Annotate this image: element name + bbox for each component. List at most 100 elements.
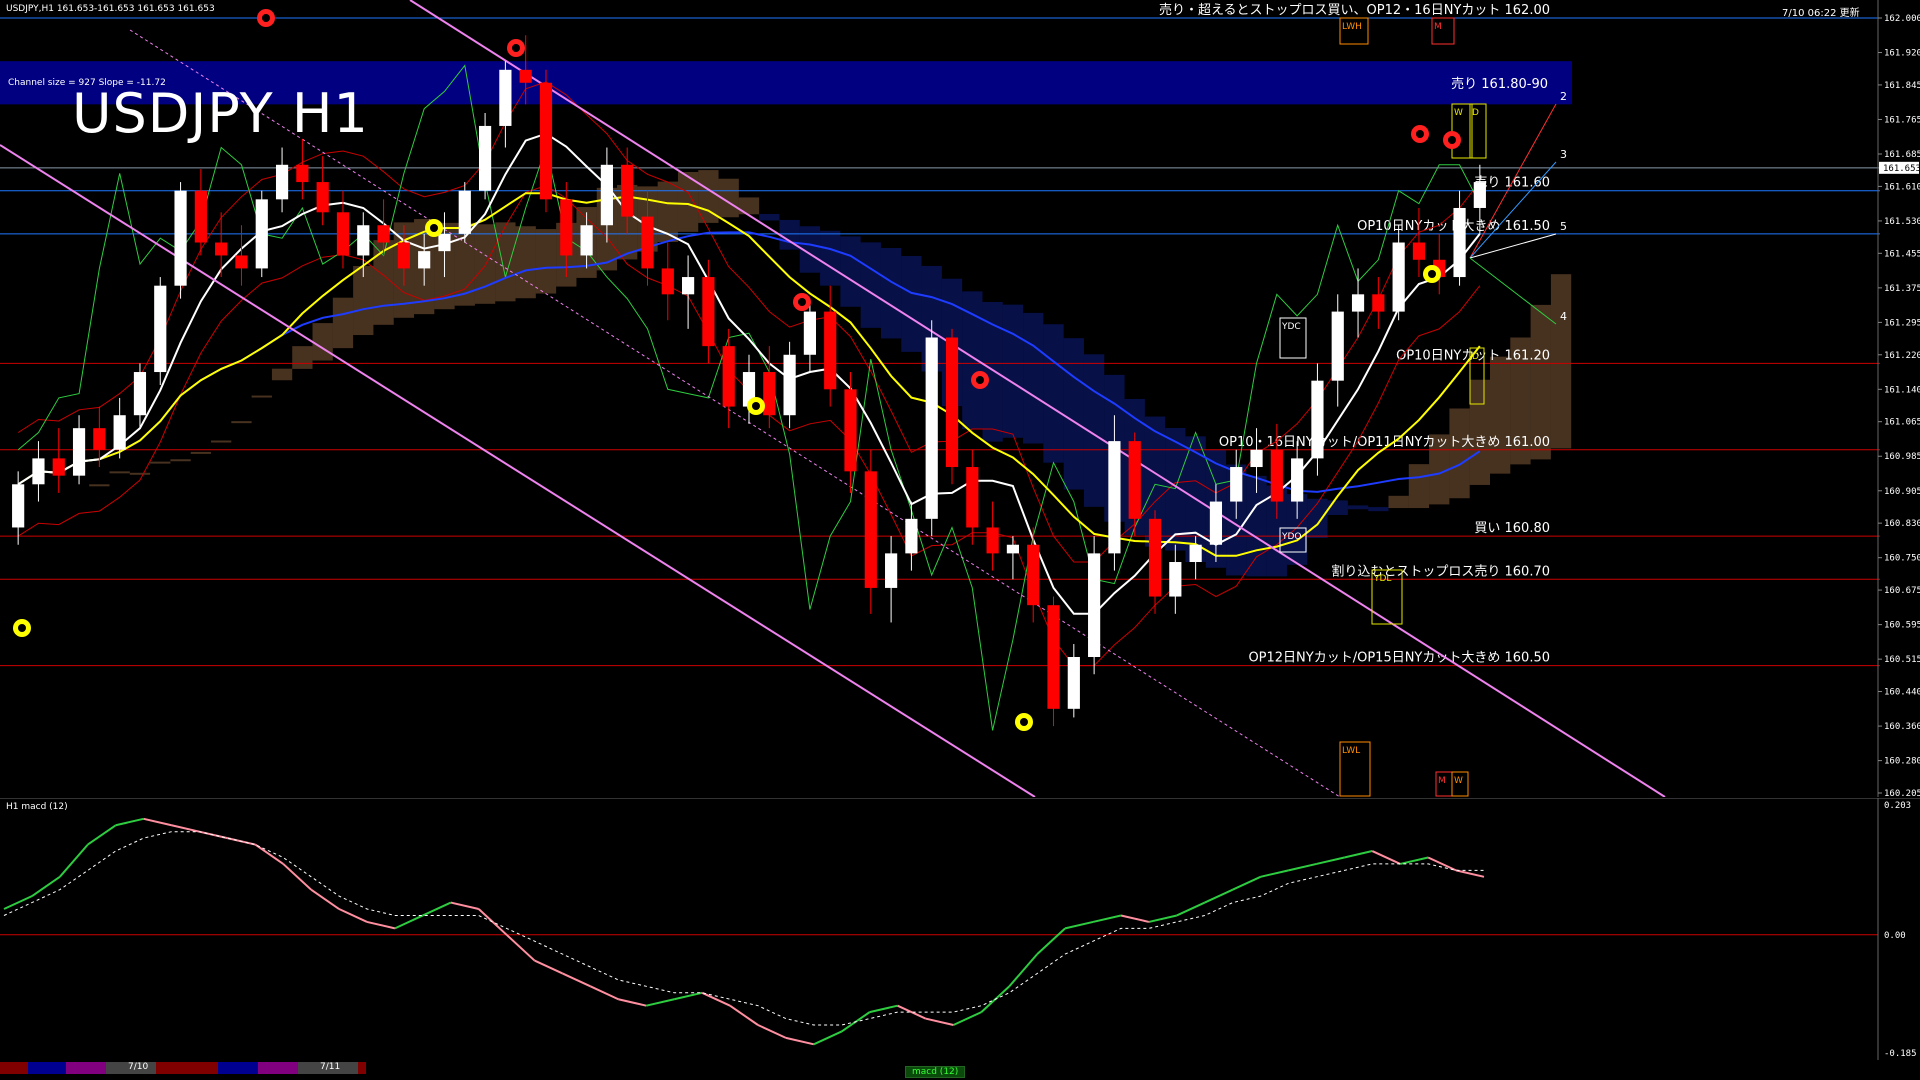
cloud-slice	[170, 459, 191, 462]
candle-body	[1372, 294, 1385, 312]
candle-body	[945, 337, 959, 468]
cloud-slice	[962, 291, 983, 430]
candle-body	[1047, 605, 1060, 709]
axis-tick-label: 161.140	[1884, 385, 1920, 395]
candle-body	[1291, 458, 1304, 502]
price-level-label: 買い 160.80	[1474, 521, 1550, 536]
axis-tick-label: 161.685	[1884, 150, 1920, 160]
candle-body	[1392, 242, 1405, 312]
axis-tick-label: 161.220	[1884, 351, 1920, 361]
candle-body	[499, 69, 512, 126]
candle-body	[1189, 544, 1202, 563]
macd-tick-label: 0.203	[1884, 801, 1911, 811]
axis-tick-label: 161.065	[1884, 418, 1920, 428]
candle-body	[722, 346, 735, 407]
candle-body	[1230, 467, 1243, 502]
cloud-slice	[231, 421, 252, 424]
cloud-slice	[1307, 498, 1328, 539]
candle-body	[93, 428, 106, 450]
signal-marker-core	[1448, 136, 1456, 144]
cloud-slice	[271, 368, 293, 381]
candle-body	[1027, 544, 1040, 606]
candle-body	[438, 233, 451, 252]
lwh-marker-text: LWH	[1342, 22, 1362, 32]
macd-panel: 0.203 0.00 -0.185	[0, 798, 1920, 1060]
candle-body	[803, 311, 816, 355]
candle-body	[194, 190, 207, 243]
ydo-marker-text: YDO	[1281, 532, 1302, 542]
candle-body	[925, 337, 938, 519]
signal-marker-core	[1020, 718, 1028, 726]
cloud-slice	[312, 323, 333, 361]
footer-timeline: 7/10 7/11 macd (12)	[0, 1062, 1920, 1080]
signal-marker-core	[18, 624, 26, 632]
cloud-slice	[840, 236, 861, 307]
axis-tick-label: 160.985	[1884, 452, 1920, 462]
candle-body	[1148, 518, 1162, 597]
signal-marker-core	[262, 14, 270, 22]
cloud-slice	[820, 230, 841, 286]
axis-tick-label: 160.440	[1884, 688, 1920, 698]
signal-marker-core	[512, 44, 520, 52]
signal-marker-core	[430, 224, 438, 232]
cloud-slice	[1408, 464, 1430, 509]
candle-body	[336, 212, 350, 256]
axis-tick-label: 160.515	[1884, 655, 1920, 665]
candle-body	[600, 164, 613, 226]
cloud-slice	[89, 484, 110, 487]
axis-tick-label: 160.360	[1884, 722, 1920, 732]
candle-body	[478, 125, 492, 191]
candle-body	[682, 277, 695, 295]
price-level-label: OP12日NYカット/OP15日NYカット大きめ 160.50	[1248, 651, 1550, 666]
candle-body	[641, 216, 654, 269]
date-label-2: 7/11	[320, 1062, 341, 1072]
chart-title: USDJPY H1	[72, 82, 369, 145]
cloud-slice	[901, 255, 922, 352]
candle-body	[1351, 294, 1365, 312]
cloud-slice	[211, 440, 232, 443]
axis-tick-label: 161.765	[1884, 115, 1920, 125]
candle-body	[1128, 441, 1141, 519]
candle-body	[316, 182, 329, 213]
candle-body	[1209, 501, 1223, 545]
candle-body	[154, 285, 167, 373]
cloud-slice	[1388, 495, 1409, 509]
candle-body	[235, 255, 248, 269]
d-top-marker-text: D	[1472, 108, 1479, 118]
cloud-slice	[1043, 324, 1064, 463]
ydc-marker-text: YDC	[1281, 322, 1301, 332]
fib-label: 5	[1560, 220, 1567, 233]
cloud-slice	[292, 346, 313, 369]
candle-body	[1331, 311, 1344, 381]
axis-tick-label: 161.295	[1884, 318, 1920, 328]
cloud-slice	[332, 297, 354, 349]
candle-body	[133, 372, 147, 416]
ydl-marker-text: YDL	[1373, 574, 1391, 584]
cloud-slice	[1368, 507, 1389, 512]
candle-body	[1006, 544, 1020, 554]
candle-body	[986, 527, 999, 554]
macd-tab[interactable]: macd (12)	[905, 1066, 966, 1078]
candle-body	[1108, 441, 1121, 554]
signal-marker-core	[752, 402, 760, 410]
cloud-slice	[535, 229, 557, 294]
candle-body	[661, 268, 674, 295]
candle-body	[72, 428, 86, 476]
cloud-slice	[1063, 338, 1084, 490]
price-level-label: 割り込むとストップロス売り 160.70	[1331, 563, 1550, 579]
cloud-slice	[515, 226, 536, 299]
cloud-slice	[1490, 356, 1511, 474]
axis-tick-label: 160.905	[1884, 487, 1920, 497]
cloud-slice	[474, 224, 496, 304]
current-price-label: 161.653	[1883, 164, 1920, 174]
cloud-slice	[759, 213, 780, 221]
fib-label: 4	[1560, 310, 1567, 323]
candle-body	[52, 458, 65, 476]
axis-tick-label: 160.750	[1884, 554, 1920, 564]
date-label-1: 7/10	[128, 1062, 149, 1072]
axis-tick-label: 160.205	[1884, 789, 1920, 797]
price-level-label: 売り・超えるとストップロス買い、OP12・16日NYカット 162.00	[1159, 2, 1550, 18]
lwl-marker-text: LWL	[1342, 746, 1360, 756]
axis-tick-label: 161.920	[1884, 49, 1920, 59]
cloud-slice	[1469, 379, 1490, 485]
